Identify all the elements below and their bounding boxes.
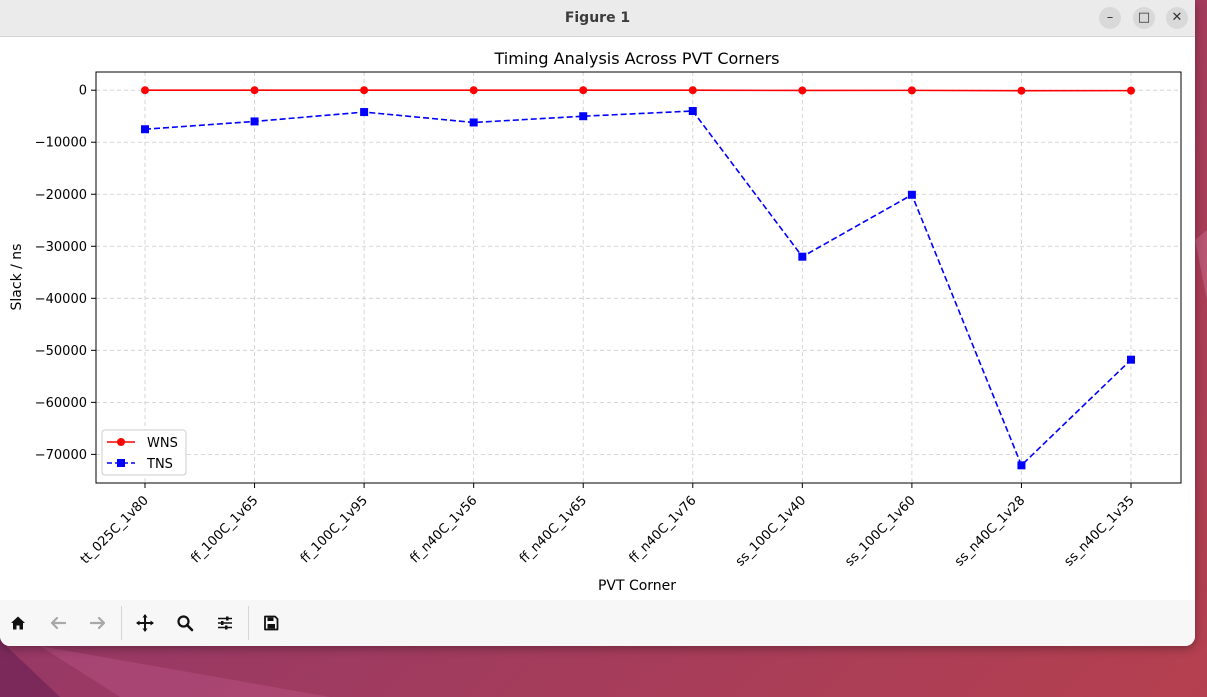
x-tick-label: ss_100C_1v40 xyxy=(733,493,809,569)
y-tick-label: −10000 xyxy=(35,136,87,151)
title-bar: Figure 1 – □ ✕ xyxy=(0,0,1195,37)
x-axis-label: PVT Corner xyxy=(598,578,676,594)
y-tick-label: −20000 xyxy=(35,188,87,203)
grid xyxy=(96,72,1181,483)
data-point-tns xyxy=(579,112,588,121)
x-tick-label: ss_100C_1v60 xyxy=(842,493,918,569)
legend-label-wns: WNS xyxy=(147,436,178,451)
data-point-wns xyxy=(360,86,369,95)
maximize-button[interactable]: □ xyxy=(1133,7,1155,29)
data-point-tns xyxy=(360,108,369,117)
y-tick-label: 0 xyxy=(79,84,87,99)
legend-marker-wns xyxy=(117,438,125,446)
pan-move-icon[interactable] xyxy=(133,611,157,635)
x-tick-label: ss_n40C_1v35 xyxy=(1062,493,1138,569)
figure-canvas: Timing Analysis Across PVT Corners tt_02… xyxy=(0,37,1195,600)
forward-arrow-icon[interactable] xyxy=(86,611,110,635)
data-point-wns xyxy=(1127,86,1135,95)
toolbar-separator xyxy=(248,606,249,640)
data-point-wns xyxy=(469,86,478,95)
data-point-wns xyxy=(141,86,149,95)
window-title: Figure 1 xyxy=(564,10,631,26)
data-point-tns xyxy=(1127,355,1135,364)
series-line-tns xyxy=(144,110,1132,467)
zoom-magnifier-icon[interactable] xyxy=(173,611,197,635)
x-tick-label: tt_025C_1v80 xyxy=(78,493,152,567)
data-point-tns xyxy=(141,125,149,134)
home-icon[interactable] xyxy=(6,611,30,635)
legend-marker-tns xyxy=(117,459,125,467)
data-point-tns xyxy=(469,118,478,127)
y-tick-label: −40000 xyxy=(35,292,87,307)
data-point-tns xyxy=(1017,461,1026,470)
y-tick-label: −60000 xyxy=(35,396,87,411)
x-tick-label: ss_n40C_1v28 xyxy=(952,493,1028,569)
figure-window: Figure 1 – □ ✕ Timing Analysis Across PV… xyxy=(0,0,1195,646)
close-button[interactable]: ✕ xyxy=(1166,7,1188,29)
series-line-wns xyxy=(145,89,1132,92)
data-point-tns xyxy=(250,117,259,126)
navigation-toolbar xyxy=(0,600,1195,646)
x-tick-label: ff_100C_1v95 xyxy=(298,493,371,566)
data-point-wns xyxy=(250,86,259,95)
data-point-wns xyxy=(1017,86,1026,95)
y-tick-label: −50000 xyxy=(35,344,87,359)
y-axis-label: Slack / ns xyxy=(9,244,25,311)
legend-label-tns: TNS xyxy=(146,457,173,472)
data-point-tns xyxy=(907,190,916,199)
series-layer xyxy=(141,86,1135,470)
back-arrow-icon[interactable] xyxy=(46,611,70,635)
toolbar-separator xyxy=(121,606,122,640)
x-tick-label: ff_n40C_1v76 xyxy=(627,493,700,566)
x-tick-label: ff_n40C_1v65 xyxy=(517,493,590,566)
y-tick-label: −30000 xyxy=(35,240,87,255)
data-point-wns xyxy=(688,86,697,95)
data-point-wns xyxy=(798,86,807,95)
legend: WNS TNS xyxy=(101,429,187,476)
data-point-wns xyxy=(907,86,916,95)
data-point-wns xyxy=(579,86,588,95)
chart-title: Timing Analysis Across PVT Corners xyxy=(494,49,780,68)
y-tick-label: −70000 xyxy=(35,448,87,463)
plot-area-frame xyxy=(95,71,1182,484)
x-tick-label: ff_100C_1v65 xyxy=(188,493,261,566)
save-floppy-icon[interactable] xyxy=(259,611,283,635)
data-point-tns xyxy=(688,107,697,116)
configure-subplots-icon[interactable] xyxy=(213,611,237,635)
minimize-button[interactable]: – xyxy=(1099,7,1121,29)
data-point-tns xyxy=(798,252,807,261)
chart: Timing Analysis Across PVT Corners tt_02… xyxy=(9,49,1182,594)
x-tick-label: ff_n40C_1v56 xyxy=(407,493,480,566)
axes: tt_025C_1v80 ff_100C_1v65 ff_100C_1v95 ff_n… xyxy=(35,84,1138,570)
